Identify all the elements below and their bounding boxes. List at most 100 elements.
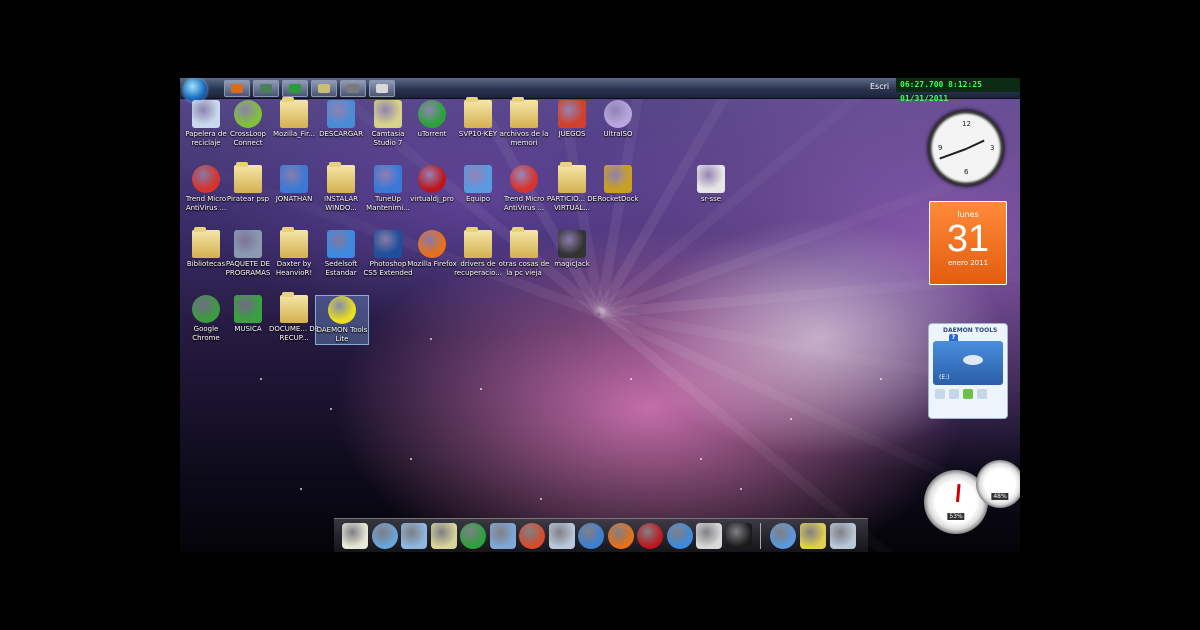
desktop-icon[interactable]: DOCUME... DE RECUP... [268,292,320,343]
chat-icon [327,230,355,258]
desktop-icon-label: MUSICA [234,325,262,333]
virtual-drive-panel[interactable]: (E:) [933,341,1003,385]
note-dock-icon[interactable] [430,523,457,549]
taskbar-network-button[interactable] [253,80,279,97]
desktop-icon[interactable]: uTorrent [406,100,458,139]
desktop-icon[interactable]: drivers de recuperacio... [452,227,504,278]
desktop-icon[interactable]: DAEMON Tools Lite [315,295,369,345]
trash-dock-icon[interactable] [830,523,856,549]
desktop-icon[interactable]: PARTICIO... DE VIRTUAL... [546,162,598,213]
star [330,408,332,410]
taskbar-utorrent-button[interactable] [282,80,308,97]
taskbar-note-button[interactable] [311,80,337,97]
photoshop-icon [374,230,402,258]
folder-icon [280,292,308,323]
note-icon [318,84,330,93]
desktop-icon-label: virtualdj_pro [410,195,454,203]
camtasia-icon [374,100,402,128]
utorrent-dock-icon[interactable] [460,523,486,549]
desktop-icon[interactable]: CrossLoop Connect [222,100,274,148]
cpu-needle [956,483,961,503]
globe-dock-icon[interactable] [371,523,398,549]
daemon-tools-gadget[interactable]: DAEMON TOOLS ? (E:) [928,323,1008,419]
desktop-icon[interactable]: INSTALAR WINDO... [315,162,367,213]
settings-icon[interactable] [977,389,987,399]
desktop-icon-label: JUEGOS [558,130,586,138]
desktop-icon[interactable]: archivos de la memori [498,97,550,148]
messenger-dock-icon[interactable] [666,523,693,549]
star [430,338,432,340]
clock-gadget[interactable]: 12 3 6 9 [928,110,1004,186]
desktop-icon[interactable]: sr-sse [685,165,737,204]
add-drive-icon[interactable] [963,389,973,399]
desktop-icon[interactable]: RocketDock [592,165,644,204]
desktop-icon[interactable]: JUEGOS [546,100,598,139]
computer-icon [464,165,492,193]
shirt-dock-icon[interactable] [725,523,752,549]
rocketdock [334,518,868,552]
ram-meter-gadget[interactable]: 48% [976,460,1020,508]
ie-dock-icon[interactable] [578,523,604,549]
chrome-dock-icon[interactable] [519,523,545,549]
recycle-bin-icon [192,100,220,128]
light-ray [180,130,602,318]
image-icon[interactable] [949,389,959,399]
clock-hour-hand [965,139,985,150]
desktop-icon[interactable]: Trend Micro AntiVirus ... [498,165,550,213]
start-button[interactable] [183,78,207,102]
desktop-icon[interactable]: magicJack [546,230,598,269]
desktop-icon[interactable]: otras cosas de la pc vieja [498,227,550,278]
window-icon [376,84,388,93]
desktop-icon-label: JONATHAN [275,195,313,203]
tools-dock-icon[interactable] [696,523,722,549]
folder-icon [234,162,262,193]
taskbar-window-button[interactable] [369,80,395,97]
ftp-dock-icon[interactable] [800,523,826,549]
desktop-icon[interactable]: JONATHAN [268,165,320,204]
network-dock-icon[interactable] [770,523,796,549]
desktop-icon-label: Mozilla_Fir... [273,130,315,138]
folder-icon [510,97,538,128]
desktop-icon[interactable]: UltraISO [592,100,644,139]
calendar-gadget[interactable]: lunes 31 enero 2011 [929,201,1007,285]
desktop-icon-label: SVP10-KEY [458,130,498,138]
libraries-icon [192,227,220,258]
taskbar-media-player-button[interactable] [224,80,250,97]
desktop-icon[interactable]: Mozilla_Fir... [268,97,320,139]
taskbar-tools-button[interactable] [340,80,366,97]
star [880,378,882,380]
star [740,488,742,490]
trend-micro-icon [192,165,220,193]
dock-separator [760,523,761,549]
desktop-icon[interactable]: Equipo [452,165,504,204]
desktop-icon[interactable]: PAQUETE DE PROGRAMAS [222,230,274,278]
folder-icon [510,227,538,258]
desktop-icon[interactable]: SVP10-KEY [452,97,504,139]
desktop-icon-label: magicJack [554,260,590,268]
desktop-icon-label: uTorrent [417,130,447,138]
desktop-icon[interactable]: Piratear psp [222,162,274,204]
folder-dock-icon[interactable] [401,523,427,549]
desktop-icon[interactable]: Sedelsoft Estandar [315,230,367,278]
desktop-icon[interactable]: MUSICA [222,295,274,334]
desktop-icon-label: Trend Micro AntiVirus ... [503,195,545,212]
desktop-screen: Escri 06:27.700 8:12:25 01/31/2011 Papel… [180,78,1020,552]
desktop-icon[interactable]: virtualdj_pro [406,165,458,204]
desktop-icon-label: DOCUME... DE RECUP... [268,325,320,342]
notes-dock-icon[interactable] [342,523,368,549]
desktop-icon[interactable]: Daxter by HeanvioR! [268,227,320,278]
desktop-icon[interactable]: DESCARGAR [315,100,367,139]
documents-dock-icon[interactable] [548,523,575,549]
virtualdj-dock-icon[interactable] [637,523,663,549]
star [410,458,412,460]
tray-label: Escri [870,82,890,91]
tuneup-icon [374,165,402,193]
ram-meter-value: 48% [991,493,1009,500]
desktop-icon-label: otras cosas de la pc vieja [498,260,550,277]
mount-icon[interactable] [935,389,945,399]
desktop-icon-label: Equipo [466,195,490,203]
desktop-icon-label: UltraISO [603,130,633,138]
desktop-icon[interactable]: Mozilla Firefox [406,230,458,269]
files-dock-icon[interactable] [489,523,516,549]
firefox-dock-icon[interactable] [607,523,634,549]
